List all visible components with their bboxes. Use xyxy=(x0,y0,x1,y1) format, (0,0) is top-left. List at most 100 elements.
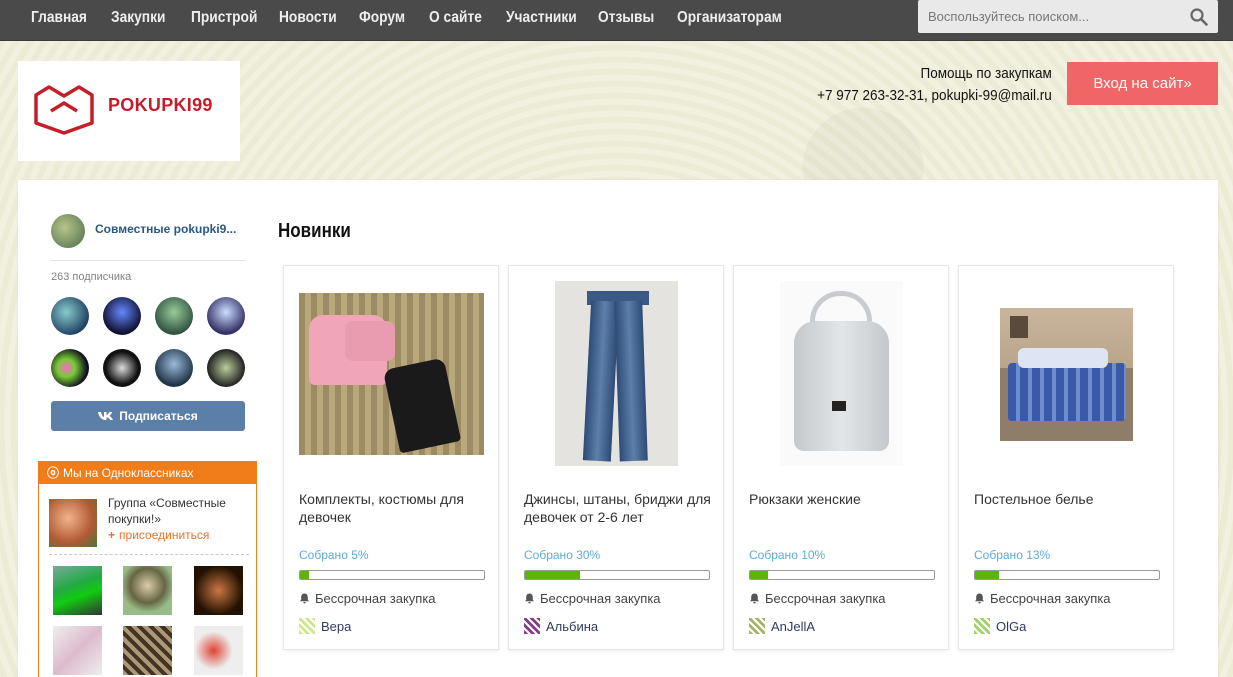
organizer[interactable]: Альбина xyxy=(524,618,598,634)
organizer[interactable]: OlGa xyxy=(974,618,1026,634)
member-avatar[interactable] xyxy=(155,297,193,335)
vk-group-avatar[interactable] xyxy=(51,214,85,248)
ok-icon: ⓞ xyxy=(47,466,60,480)
ok-widget: ⓞ Мы на Одноклассниках Группа «Совместные… xyxy=(38,461,257,677)
member-avatar[interactable] xyxy=(155,349,193,387)
main-content: Совместные pokupki9... 263 подписчика По… xyxy=(18,180,1218,677)
collected-percent: Собрано 30% xyxy=(524,548,601,562)
logo-text: POKUPKI99 xyxy=(108,95,213,115)
product-title[interactable]: Постельное белье xyxy=(974,490,1164,508)
login-button[interactable]: Вход на сайт» xyxy=(1067,62,1218,105)
search-input[interactable] xyxy=(918,0,1183,33)
logo-icon xyxy=(34,85,94,135)
divider xyxy=(49,554,249,555)
organizer-name: OlGa xyxy=(996,619,1027,634)
purchase-type: Бессрочная закупка xyxy=(749,591,886,606)
vk-subscribe-button[interactable]: Подписаться xyxy=(51,401,245,431)
member-photo[interactable] xyxy=(53,566,102,615)
nav-item-organizers[interactable]: Организаторам xyxy=(677,0,782,36)
product-title[interactable]: Рюкзаки женские xyxy=(749,490,939,508)
ok-widget-header: ⓞ Мы на Одноклассниках xyxy=(39,462,256,484)
nav-item-home[interactable]: Главная xyxy=(31,0,87,36)
progress-bar xyxy=(299,570,485,580)
organizer-name: Альбина xyxy=(546,619,599,634)
product-image[interactable] xyxy=(780,281,903,466)
product-card[interactable]: Рюкзаки женские Собрано 10% Бессрочная з… xyxy=(733,265,949,650)
ok-widget-title: Мы на Одноклассниках xyxy=(63,466,194,480)
progress-bar xyxy=(524,570,710,580)
organizer-avatar xyxy=(299,618,315,634)
collected-percent: Собрано 10% xyxy=(749,548,826,562)
product-image[interactable] xyxy=(555,281,678,466)
collected-percent: Собрано 13% xyxy=(974,548,1051,562)
help-contacts: +7 977 263-32-31, pokupki-99@mail.ru xyxy=(817,87,1052,104)
nav-item-members[interactable]: Участники xyxy=(506,0,577,36)
bell-icon xyxy=(525,593,534,604)
product-image[interactable] xyxy=(299,293,484,455)
bell-icon xyxy=(300,593,309,604)
ok-join-link[interactable]: + присоединиться xyxy=(108,528,209,542)
collected-percent: Собрано 5% xyxy=(299,548,369,562)
nav-item-reviews[interactable]: Отзывы xyxy=(598,0,654,36)
nav-item-news[interactable]: Новости xyxy=(279,0,337,36)
organizer[interactable]: Вера xyxy=(299,618,351,634)
nav-item-about[interactable]: О сайте xyxy=(429,0,482,36)
progress-fill xyxy=(525,571,581,579)
nav-item-attach[interactable]: Пристрой xyxy=(191,0,257,36)
member-avatar[interactable] xyxy=(51,297,89,335)
purchase-type: Бессрочная закупка xyxy=(974,591,1111,606)
plus-icon: + xyxy=(108,528,116,542)
purchase-type-label: Бессрочная закупка xyxy=(990,591,1111,606)
progress-fill xyxy=(300,571,310,579)
member-photo[interactable] xyxy=(123,626,172,675)
progress-fill xyxy=(975,571,999,579)
purchase-type-label: Бессрочная закупка xyxy=(765,591,886,606)
nav-item-forum[interactable]: Форум xyxy=(359,0,405,36)
help-block: Помощь по закупкам +7 977 263-32-31, pok… xyxy=(791,64,1052,106)
organizer-avatar xyxy=(974,618,990,634)
progress-bar xyxy=(749,570,935,580)
progress-fill xyxy=(750,571,769,579)
member-avatar[interactable] xyxy=(207,297,245,335)
member-photo[interactable] xyxy=(123,566,172,615)
ok-group-title[interactable]: Группа «Совместные покупки!» xyxy=(108,495,238,527)
progress-bar xyxy=(974,570,1160,580)
member-avatar[interactable] xyxy=(103,349,141,387)
member-photo[interactable] xyxy=(194,626,243,675)
product-card[interactable]: Постельное белье Собрано 13% Бессрочная … xyxy=(958,265,1174,650)
organizer-name: AnJellA xyxy=(771,619,816,634)
ok-group-avatar[interactable] xyxy=(49,499,97,547)
search-icon[interactable] xyxy=(1190,8,1208,26)
product-image[interactable] xyxy=(1000,308,1133,441)
purchase-type: Бессрочная закупка xyxy=(299,591,436,606)
section-title: Новинки xyxy=(278,220,351,242)
purchase-type-label: Бессрочная закупка xyxy=(315,591,436,606)
purchase-type-label: Бессрочная закупка xyxy=(540,591,661,606)
ok-join-label: присоединиться xyxy=(119,528,210,542)
divider xyxy=(51,260,245,261)
product-card[interactable]: Джинсы, штаны, бриджи для девочек от 2-6… xyxy=(508,265,724,650)
member-avatar[interactable] xyxy=(207,349,245,387)
search-box xyxy=(918,0,1218,33)
site-logo[interactable]: POKUPKI99 xyxy=(18,61,240,161)
product-card[interactable]: Комплекты, костюмы для девочек Собрано 5… xyxy=(283,265,499,650)
vk-subscribers-count[interactable]: 263 подписчика xyxy=(51,271,131,283)
product-title[interactable]: Джинсы, штаны, бриджи для девочек от 2-6… xyxy=(524,490,714,526)
vk-icon xyxy=(98,412,114,420)
organizer-name: Вера xyxy=(321,619,352,634)
nav-item-purchases[interactable]: Закупки xyxy=(111,0,165,36)
bell-icon xyxy=(750,593,759,604)
purchase-type: Бессрочная закупка xyxy=(524,591,661,606)
member-photo[interactable] xyxy=(194,566,243,615)
product-title[interactable]: Комплекты, костюмы для девочек xyxy=(299,490,489,526)
vk-group-name[interactable]: Совместные pokupki9... xyxy=(95,222,236,236)
bell-icon xyxy=(975,593,984,604)
help-title: Помощь по закупкам xyxy=(920,65,1052,82)
organizer[interactable]: AnJellA xyxy=(749,618,815,634)
member-avatar[interactable] xyxy=(103,297,141,335)
organizer-avatar xyxy=(524,618,540,634)
organizer-avatar xyxy=(749,618,765,634)
vk-subscribe-label: Подписаться xyxy=(119,409,198,423)
member-avatar[interactable] xyxy=(51,349,89,387)
member-photo[interactable] xyxy=(53,626,102,675)
